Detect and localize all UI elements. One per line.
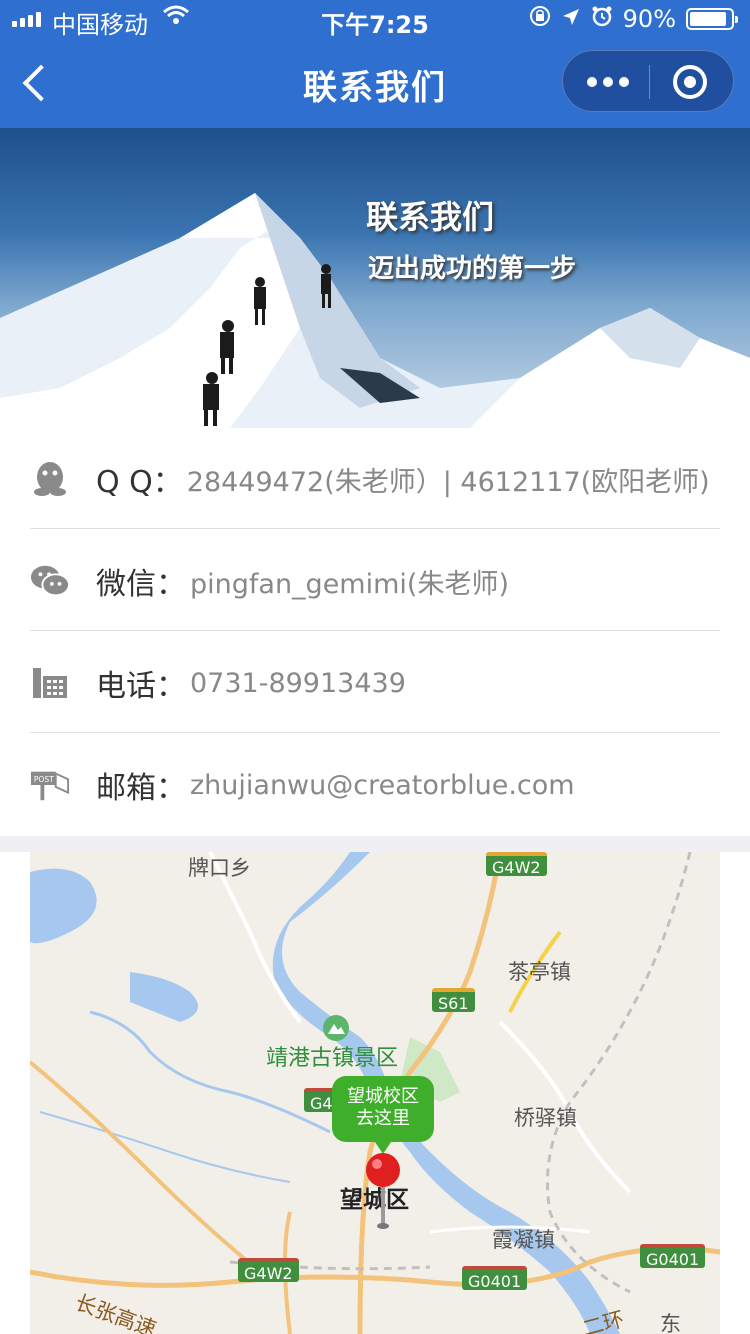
divider bbox=[30, 528, 720, 529]
location-pin-icon[interactable] bbox=[364, 1152, 402, 1232]
contact-row-phone: 电话： 0731-89913439 bbox=[30, 632, 720, 734]
map-place-label: 牌口乡 bbox=[188, 856, 251, 880]
contact-label: 微信： bbox=[96, 567, 186, 602]
contact-row-email: POST 邮箱： zhujianwu@creatorblue.com bbox=[30, 734, 720, 836]
divider bbox=[30, 732, 720, 733]
map-place-label: 霞凝镇 bbox=[492, 1228, 555, 1252]
section-gap bbox=[0, 836, 750, 852]
contact-value: 0731-89913439 bbox=[190, 667, 406, 699]
map-marker-callout[interactable]: 望城校区 去这里 bbox=[332, 1076, 434, 1154]
banner-title: 联系我们 bbox=[366, 198, 495, 236]
close-mini-program-icon[interactable] bbox=[673, 65, 707, 99]
alarm-icon bbox=[591, 5, 613, 33]
map-scenic-label: 靖港古镇景区 bbox=[266, 1046, 399, 1071]
mailbox-icon: POST bbox=[30, 765, 70, 805]
marker-action: 去这里 bbox=[356, 1108, 410, 1129]
banner-subtitle: 迈出成功的第一步 bbox=[368, 254, 577, 284]
status-bar: 中国移动 下午7:25 90% bbox=[0, 0, 750, 40]
contact-value: 28449472(朱老师）| 4612117(欧阳老师) bbox=[186, 466, 710, 498]
contact-label: 邮箱： bbox=[96, 771, 186, 806]
location-arrow-icon bbox=[561, 5, 581, 33]
navigation-bar: 联系我们 bbox=[0, 40, 750, 128]
orientation-lock-icon bbox=[529, 5, 551, 33]
contact-label: Q Q： bbox=[96, 465, 183, 500]
banner-image: 联系我们 迈出成功的第一步 bbox=[0, 128, 750, 428]
battery-icon bbox=[686, 8, 738, 30]
road-sign: S61 bbox=[432, 988, 475, 1013]
contact-row-wechat: 微信： pingfan_gemimi(朱老师) bbox=[30, 530, 720, 632]
capsule-divider bbox=[649, 65, 650, 99]
battery-percentage: 90% bbox=[622, 5, 676, 33]
contact-value: pingfan_gemimi(朱老师) bbox=[190, 568, 509, 600]
qq-penguin-icon bbox=[30, 459, 70, 499]
contact-row-qq: Q Q： 28449472(朱老师）| 4612117(欧阳老师) bbox=[30, 428, 720, 530]
map-place-label: 茶亭镇 bbox=[508, 960, 571, 984]
map-place-label: 桥驿镇 bbox=[514, 1106, 577, 1130]
svg-text:POST: POST bbox=[34, 775, 54, 784]
mini-program-capsule bbox=[562, 50, 734, 112]
marker-title: 望城校区 bbox=[347, 1086, 419, 1107]
contact-list: Q Q： 28449472(朱老师）| 4612117(欧阳老师) 微信： pi… bbox=[0, 428, 750, 836]
contact-value: zhujianwu@creatorblue.com bbox=[190, 769, 575, 801]
divider bbox=[30, 630, 720, 631]
wechat-icon bbox=[30, 561, 70, 601]
map-place-label: 东 bbox=[660, 1312, 681, 1334]
road-sign: G0401 bbox=[462, 1266, 528, 1291]
road-sign: G4W2 bbox=[238, 1258, 299, 1283]
road-sign: G4W2 bbox=[486, 852, 547, 877]
road-sign: G0401 bbox=[640, 1244, 706, 1269]
more-options-icon[interactable] bbox=[587, 77, 629, 87]
contact-label: 电话： bbox=[96, 669, 186, 704]
telephone-icon bbox=[30, 663, 70, 703]
location-map[interactable]: 牌口乡 茶亭镇 桥驿镇 霞凝镇 望城区 长张高速 东 二环 靖港古镇景区 G4W… bbox=[30, 852, 720, 1334]
